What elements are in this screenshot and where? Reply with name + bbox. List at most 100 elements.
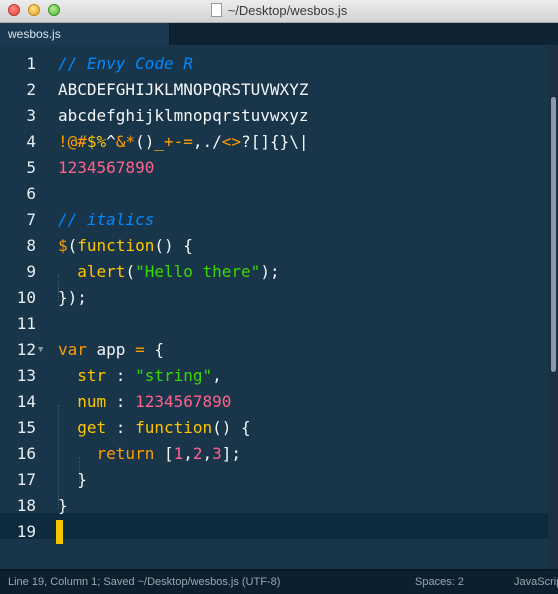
status-cursor-info: Line 19, Column 1; Saved ~/Desktop/wesbo… <box>8 576 281 588</box>
code-token: <> <box>221 132 242 151</box>
code-token: , <box>212 366 222 385</box>
code-token: : <box>106 366 136 385</box>
vertical-scrollbar[interactable] <box>548 45 558 569</box>
tab-wesbos-js[interactable]: wesbos.js <box>0 23 170 45</box>
line-number: 16 <box>16 444 36 463</box>
line-number: 17 <box>16 470 36 489</box>
line-number: 19 <box>16 522 36 541</box>
line-number: 14 <box>16 392 36 411</box>
code-line: num : 1234567890 <box>58 389 231 415</box>
syntax-selector[interactable]: JavaScript <box>514 576 558 588</box>
code-string: "string" <box>135 366 213 385</box>
code-token: : <box>106 392 136 411</box>
code-property: num <box>77 392 107 411</box>
code-token: , <box>202 444 213 463</box>
code-token: $% <box>86 132 107 151</box>
line-number-gutter: 1 2 3 4 5 6 7 8 9 10 11 12 13 14 15 16 1… <box>0 45 44 569</box>
code-editor[interactable]: 1 2 3 4 5 6 7 8 9 10 11 12 13 14 15 16 1… <box>0 45 558 569</box>
code-token: [ <box>154 444 174 463</box>
code-comment: // Envy Code R <box>58 54 193 73</box>
status-bar: Line 19, Column 1; Saved ~/Desktop/wesbo… <box>0 569 558 594</box>
line-number: 12 <box>16 340 36 359</box>
code-token: , <box>183 444 193 463</box>
code-token: : <box>106 418 136 437</box>
code-line: str : "string", <box>58 363 222 389</box>
code-line: !@#$%^&*()_+-=,./<>?[]{}\| <box>58 129 309 155</box>
code-number: 2 <box>192 444 203 463</box>
code-text: } <box>77 470 87 489</box>
code-token: $ <box>58 236 68 255</box>
line-number: 15 <box>16 418 36 437</box>
code-line: get : function() { <box>58 415 251 441</box>
fold-arrow-icon[interactable]: ▼ <box>38 345 43 355</box>
code-line: } <box>58 467 87 493</box>
line-number: 7 <box>26 210 36 229</box>
code-line: } <box>58 493 68 519</box>
code-text: abcdefghijklmnopqrstuvwxyz <box>58 106 309 125</box>
code-keyword: return <box>96 444 155 463</box>
code-token: ^ <box>106 132 116 151</box>
window-title: ~/Desktop/wesbos.js <box>0 3 558 18</box>
code-string: "Hello there" <box>135 262 261 281</box>
tab-bar: wesbos.js <box>0 23 558 45</box>
line-number: 13 <box>16 366 36 385</box>
code-token: _ <box>154 132 164 151</box>
title-bar: ~/Desktop/wesbos.js <box>0 0 558 23</box>
code-comment: // italics <box>58 210 155 229</box>
code-line: ABCDEFGHIJKLMNOPQRSTUVWXYZ <box>58 77 308 103</box>
line-number: 9 <box>26 262 36 281</box>
code-text: } <box>58 496 68 515</box>
window-title-text: ~/Desktop/wesbos.js <box>227 3 348 18</box>
code-line: $(function() { <box>58 233 193 259</box>
code-token: ]; <box>221 444 242 463</box>
text-caret <box>56 520 63 544</box>
code-line: 1234567890 <box>58 155 154 181</box>
code-line: }); <box>58 285 87 311</box>
line-number: 4 <box>26 132 36 151</box>
document-icon <box>210 3 222 17</box>
line-number: 2 <box>26 80 36 99</box>
code-number: 1234567890 <box>58 158 155 177</box>
code-line: var app = { <box>58 337 164 363</box>
code-token: () <box>135 132 155 151</box>
line-number: 3 <box>26 106 36 125</box>
line-number: 6 <box>26 184 36 203</box>
code-keyword: function <box>135 418 213 437</box>
code-number: 1 <box>173 444 184 463</box>
code-operator: = <box>135 340 145 359</box>
code-token: () { <box>212 418 251 437</box>
code-token: ); <box>260 262 280 281</box>
code-keyword: function <box>77 236 155 255</box>
code-token: !@# <box>58 132 87 151</box>
code-property: get <box>77 418 107 437</box>
line-number: 10 <box>16 288 36 307</box>
code-token: { <box>144 340 164 359</box>
code-line: alert("Hello there"); <box>58 259 280 285</box>
scrollbar-thumb[interactable] <box>551 97 556 372</box>
code-function-call: alert <box>77 262 126 281</box>
code-keyword: var <box>58 340 87 359</box>
code-token: ( <box>67 236 78 255</box>
code-token: ,./ <box>192 132 222 151</box>
code-token: ?[]{}\| <box>241 132 309 151</box>
code-number: 1234567890 <box>135 392 232 411</box>
code-line: return [1,2,3]; <box>58 441 242 467</box>
code-token: +-= <box>163 132 193 151</box>
line-number: 8 <box>26 236 36 255</box>
code-token: ( <box>125 262 136 281</box>
line-number: 5 <box>26 158 36 177</box>
code-line: // italics <box>58 207 154 233</box>
line-number: 11 <box>16 314 36 333</box>
editor-window: ~/Desktop/wesbos.js wesbos.js 1 2 3 4 5 … <box>0 0 558 594</box>
code-text: }); <box>58 288 87 307</box>
line-number: 18 <box>16 496 36 515</box>
code-number: 3 <box>212 444 222 463</box>
code-text: ABCDEFGHIJKLMNOPQRSTUVWXYZ <box>58 80 309 99</box>
code-token: &* <box>115 132 136 151</box>
current-line-highlight <box>0 513 548 539</box>
code-token: () { <box>154 236 193 255</box>
code-line: // Envy Code R <box>58 51 193 77</box>
code-token: app <box>86 340 136 359</box>
indentation-setting[interactable]: Spaces: 2 <box>415 576 464 588</box>
code-property: str <box>77 366 107 385</box>
